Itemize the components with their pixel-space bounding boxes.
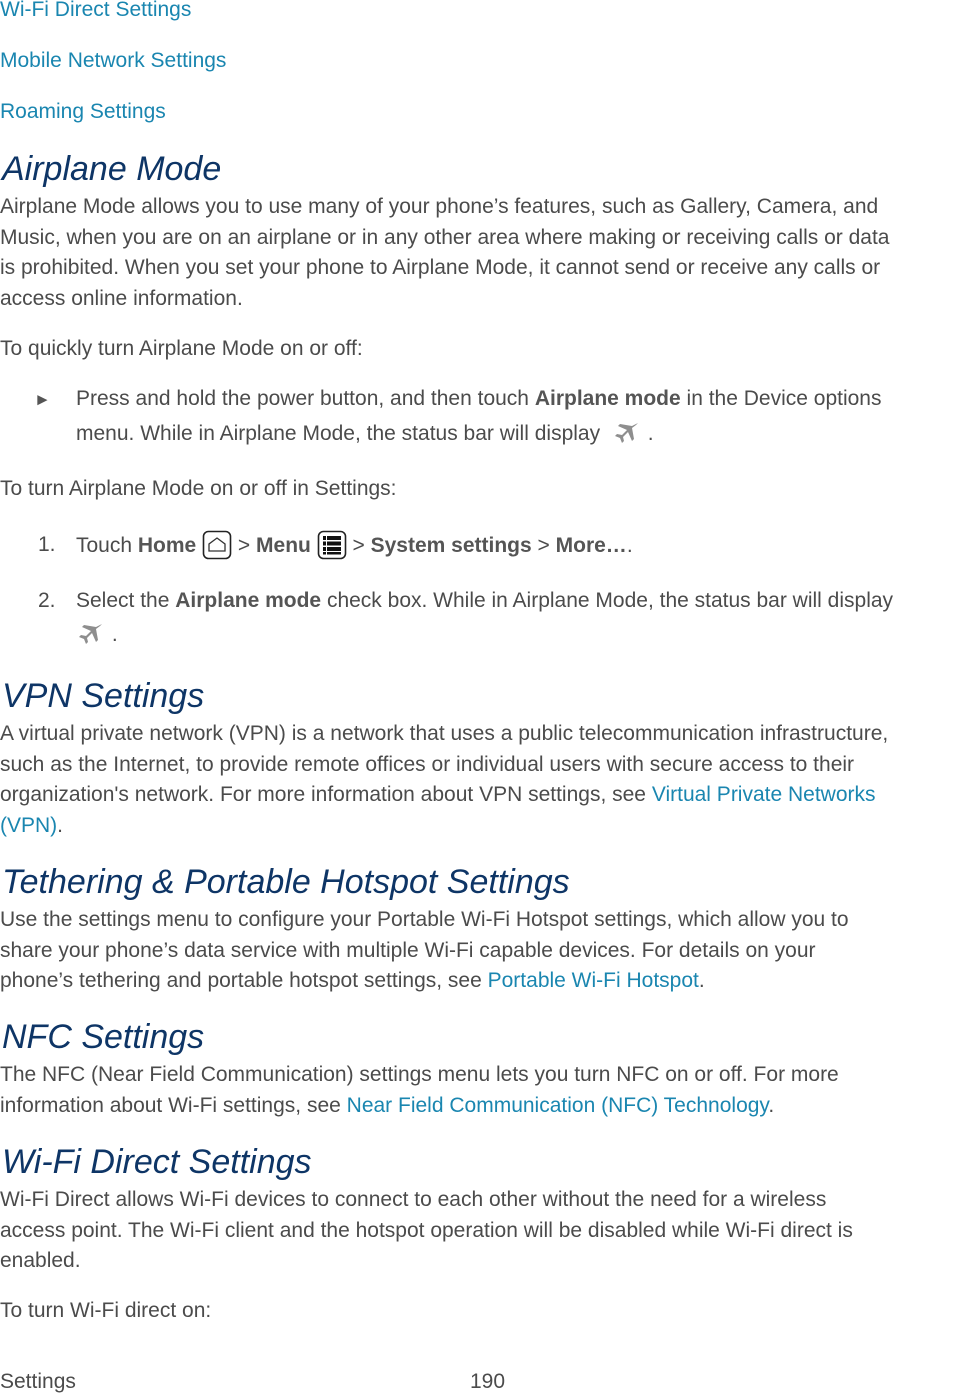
text-line: Touch Home > Menu > System settings > Mo… [76,530,970,562]
text-line: To turn Wi-Fi direct on: [0,1299,212,1322]
text-line: such as the Internet, to provide remote … [0,752,855,776]
toc-link-mobile-network[interactable]: Mobile Network Settings [0,49,226,73]
step-number: 1. [38,533,56,556]
menu-icon [317,530,347,560]
heading-nfc-settings: NFC Settings [2,1018,205,1056]
toc-link-roaming[interactable]: Roaming Settings [0,100,166,124]
text-line: enabled. [0,1249,81,1272]
link-portable-wifi-hotspot[interactable]: Portable Wi-Fi Hotspot [488,969,699,992]
bold-text: Airplane mode [175,589,322,612]
text: Press and hold the power button, and the… [76,387,535,410]
text-line: Select the Airplane mode check box. Whil… [76,586,970,617]
airplane-icon [612,420,642,446]
text: . [626,534,633,557]
link-nfc-technology[interactable]: Near Field Communication (NFC) Technolog… [347,1094,769,1117]
bold-text: System settings [370,534,532,557]
footer-section-name: Settings [0,1370,76,1393]
text: in the Device options [680,387,882,410]
link-vpn[interactable]: (VPN) [0,814,57,837]
heading-vpn-settings: VPN Settings [2,677,205,715]
toc-link-wifi-direct[interactable]: Wi-Fi Direct Settings [0,0,191,22]
text-line: To turn Airplane Mode on or off in Setti… [0,477,397,500]
step-number: 2. [38,589,56,612]
text-line: The NFC (Near Field Communication) setti… [0,1063,839,1086]
text-line: (VPN). [0,811,970,842]
text-line: Press and hold the power button, and the… [76,384,970,415]
heading-airplane-mode: Airplane Mode [2,150,222,188]
text: menu. While in Airplane Mode, the status… [76,421,601,445]
text: > [232,534,257,557]
text: check box. While in Airplane Mode, the s… [321,589,894,612]
vpn-paragraph: A virtual private network (VPN) is a net… [0,719,970,841]
text: > [346,534,371,557]
text-line: organization's network. For more informa… [0,780,970,811]
text: information about Wi-Fi settings, see [0,1093,347,1117]
text-line: menu. While in Airplane Mode, the status… [76,415,970,453]
text: Touch [76,534,138,557]
step-1: Touch Home > Menu > System settings > Mo… [76,530,970,562]
text: . [698,969,705,992]
text: organization's network. For more informa… [0,783,652,806]
airplane-intro: Airplane Mode allows you to use many of … [0,192,970,314]
text: > [531,534,556,557]
step-2: Select the Airplane mode check box. Whil… [76,586,970,653]
wifi-direct-turn-on-label: To turn Wi-Fi direct on: [0,1296,970,1327]
text-line: Use the settings menu to configure your … [0,908,849,931]
text-line: is prohibited. When you set your phone t… [0,256,881,279]
bold-text: More… [555,534,627,557]
bullet-arrow-icon: ► [34,390,51,409]
nfc-paragraph: The NFC (Near Field Communication) setti… [0,1060,970,1121]
bullet-item: Press and hold the power button, and the… [76,384,970,453]
text: Select the [76,589,176,612]
quick-label: To quickly turn Airplane Mode on or off: [0,334,970,365]
text-line: Airplane Mode allows you to use many of … [0,195,879,218]
heading-wifi-direct: Wi-Fi Direct Settings [2,1143,312,1181]
text-line: phone’s tethering and portable hotspot s… [0,966,970,997]
text: . [106,622,118,646]
text: . [641,421,654,445]
text-line: access online information. [0,286,243,310]
heading-tethering: Tethering & Portable Hotspot Settings [2,863,570,901]
airplane-icon [76,621,106,647]
text-line: Wi-Fi Direct allows Wi-Fi devices to con… [0,1188,827,1211]
bold-text: Airplane mode [534,387,681,410]
wifi-direct-paragraph: Wi-Fi Direct allows Wi-Fi devices to con… [0,1185,970,1277]
tethering-paragraph: Use the settings menu to configure your … [0,905,970,997]
text-line: information about Wi-Fi settings, see Ne… [0,1091,970,1122]
home-icon [202,530,232,560]
text-line: A virtual private network (VPN) is a net… [0,722,889,745]
bold-text: Home [137,534,197,557]
link-virtual-private-networks[interactable]: Virtual Private Networks [652,783,876,806]
text: . [57,813,64,837]
text-line: share your phone’s data service with mul… [0,938,816,962]
text-line: access point. The Wi-Fi client and the h… [0,1218,853,1242]
text-line: To quickly turn Airplane Mode on or off: [0,337,363,360]
text: . [768,1093,775,1117]
text-line: Music, when you are on an airplane or in… [0,225,890,249]
settings-label: To turn Airplane Mode on or off in Setti… [0,474,970,505]
footer-page-number: 190 [470,1370,506,1393]
bold-text: Menu [256,534,311,557]
text-line: . [76,617,970,653]
text: phone’s tethering and portable hotspot s… [0,969,488,992]
